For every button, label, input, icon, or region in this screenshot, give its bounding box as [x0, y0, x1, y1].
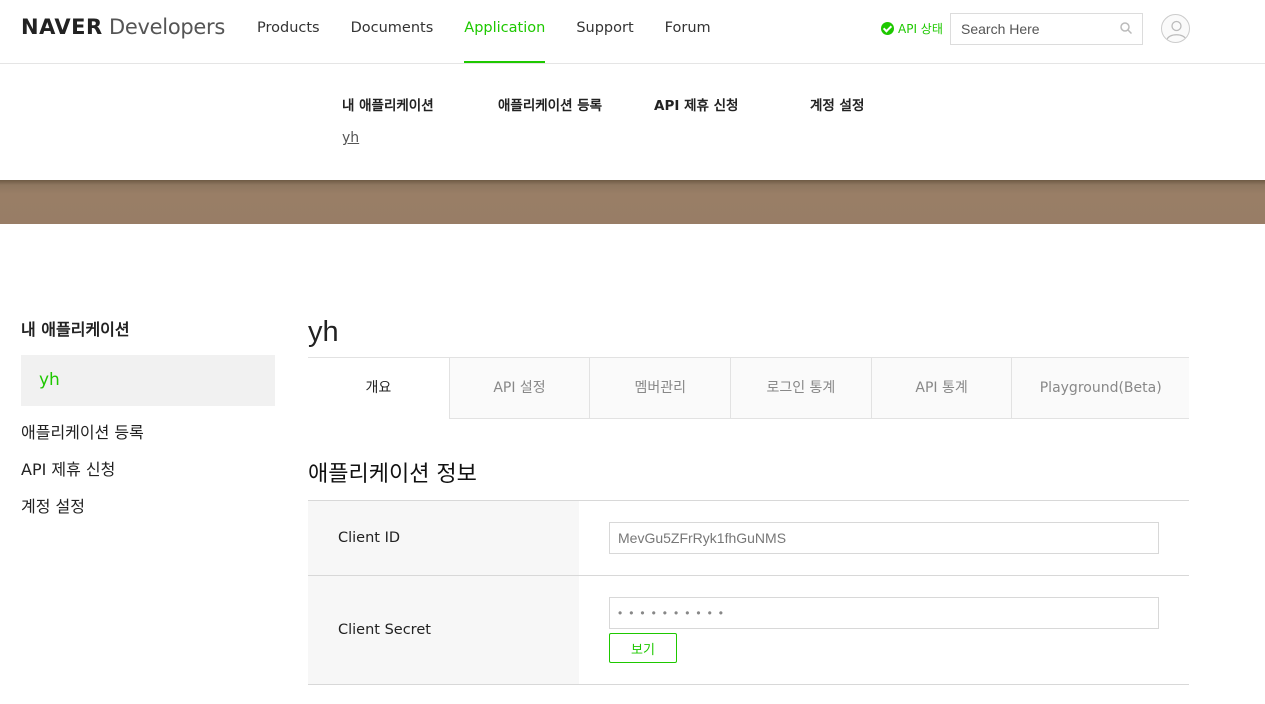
- api-status-label: API 상태: [898, 22, 943, 36]
- client-id-field[interactable]: [609, 522, 1159, 554]
- table-row: Client Secret •••••••••• 보기: [308, 576, 1189, 685]
- page-banner: [0, 180, 1265, 224]
- logo-naver: NAVER: [21, 15, 103, 39]
- sidebar-title: 내 애플리케이션: [21, 320, 130, 339]
- sidebar-item-api-partnership[interactable]: API 제휴 신청: [21, 456, 115, 480]
- sub-nav: 내 애플리케이션 애플리케이션 등록 API 제휴 신청 계정 설정 yh: [0, 64, 1265, 180]
- api-status-link[interactable]: API 상태: [881, 20, 943, 37]
- tab-api-stats[interactable]: API 통계: [870, 358, 1012, 418]
- user-avatar-icon[interactable]: [1161, 14, 1190, 43]
- subnav-account-settings[interactable]: 계정 설정: [810, 94, 864, 114]
- section-title: 애플리케이션 정보: [308, 462, 477, 487]
- show-secret-button[interactable]: 보기: [609, 633, 677, 663]
- app-tabs: 개요 API 설정 멤버관리 로그인 통계 API 통계 Playground(…: [308, 357, 1190, 419]
- naver-developers-logo[interactable]: NAVER Developers: [21, 15, 225, 39]
- logo-developers: Developers: [102, 15, 225, 39]
- tab-member-management[interactable]: 멤버관리: [589, 358, 731, 418]
- client-secret-field[interactable]: ••••••••••: [609, 597, 1159, 629]
- nav-forum[interactable]: Forum: [665, 0, 711, 63]
- table-row: Client ID: [308, 501, 1189, 576]
- top-header: NAVER Developers Products Documents Appl…: [0, 0, 1265, 64]
- client-secret-label: Client Secret: [308, 576, 579, 684]
- subnav-my-applications[interactable]: 내 애플리케이션: [342, 94, 434, 114]
- client-id-label: Client ID: [308, 501, 579, 575]
- tab-overview[interactable]: 개요: [308, 358, 449, 419]
- nav-documents[interactable]: Documents: [351, 0, 434, 63]
- sidebar-item-register[interactable]: 애플리케이션 등록: [21, 419, 144, 443]
- search-box: [950, 13, 1143, 45]
- nav-application[interactable]: Application: [464, 0, 546, 63]
- search-input[interactable]: [951, 14, 1111, 44]
- nav-products[interactable]: Products: [257, 0, 320, 63]
- check-circle-icon: [881, 22, 894, 35]
- nav-support[interactable]: Support: [576, 0, 633, 63]
- search-icon[interactable]: [1120, 22, 1132, 34]
- subnav-app-yh[interactable]: yh: [342, 130, 359, 146]
- tab-api-settings[interactable]: API 설정: [448, 358, 590, 418]
- tab-login-stats[interactable]: 로그인 통계: [730, 358, 871, 418]
- subnav-register-application[interactable]: 애플리케이션 등록: [498, 94, 602, 114]
- subnav-api-partnership[interactable]: API 제휴 신청: [654, 94, 738, 114]
- app-info-table: Client ID Client Secret •••••••••• 보기: [308, 500, 1189, 685]
- sidebar-item-yh[interactable]: yh: [21, 355, 275, 406]
- global-nav: Products Documents Application Support F…: [257, 0, 742, 64]
- page-title: yh: [308, 316, 339, 348]
- tab-playground[interactable]: Playground(Beta): [1011, 358, 1190, 418]
- sidebar-item-account-settings[interactable]: 계정 설정: [21, 493, 85, 517]
